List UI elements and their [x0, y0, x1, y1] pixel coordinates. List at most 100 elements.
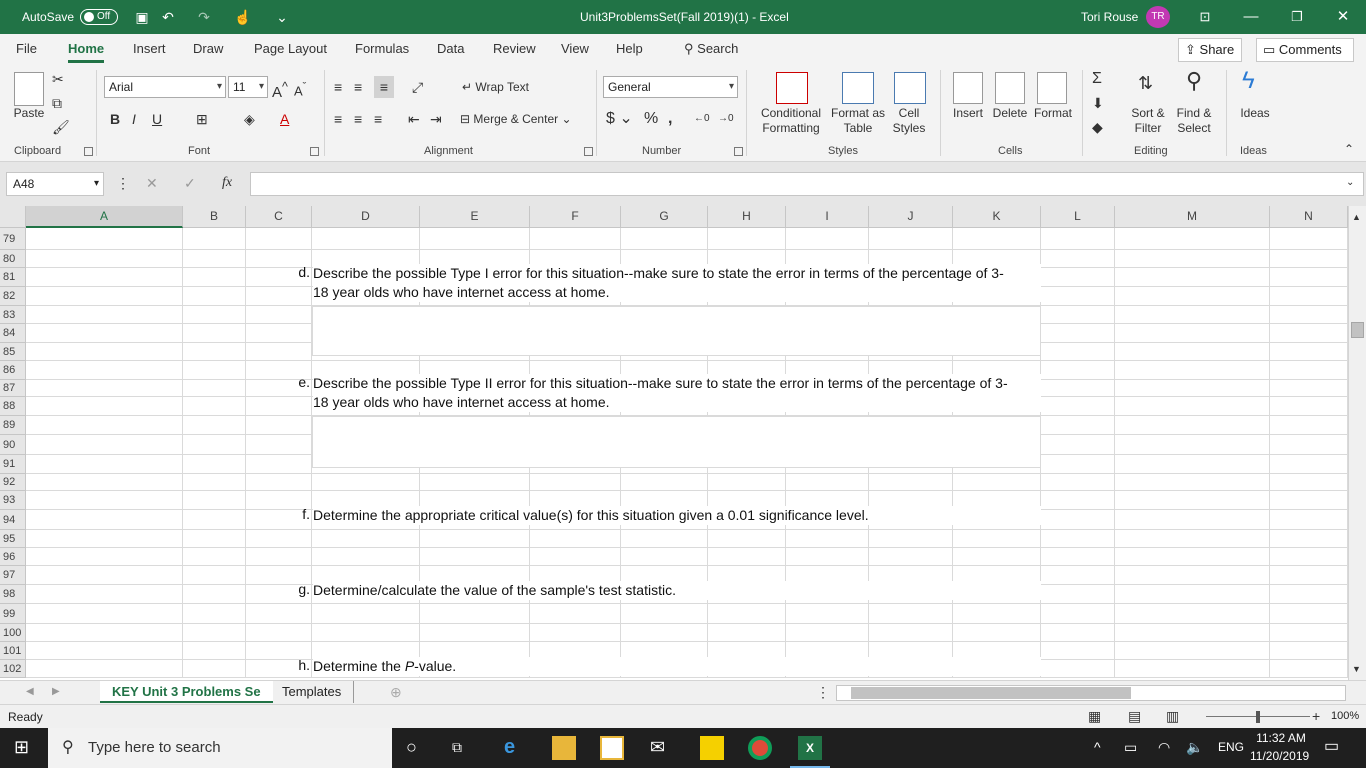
row-header[interactable]: 98 [0, 585, 26, 604]
expand-formula-icon[interactable]: ⌄ [1346, 172, 1354, 194]
column-header-l[interactable]: L [1041, 206, 1115, 228]
language-indicator[interactable]: ENG [1218, 740, 1244, 754]
accounting-icon[interactable]: $ ⌄ [606, 108, 633, 130]
close-button[interactable]: ✕ [1320, 0, 1366, 34]
clipboard-launcher-icon[interactable] [84, 147, 93, 156]
tab-view[interactable]: View [561, 34, 589, 66]
row-header[interactable]: 94 [0, 510, 26, 530]
row-header[interactable]: 81 [0, 268, 26, 287]
prev-sheet-icon[interactable]: ◀ [26, 681, 34, 703]
format-painter-icon[interactable]: 🖌 [52, 116, 70, 138]
increase-font-icon[interactable]: A^ [272, 76, 288, 104]
sort-filter-button[interactable]: Sort & Filter [1128, 106, 1168, 136]
page-layout-view-icon[interactable]: ▤ [1128, 705, 1141, 727]
paste-label[interactable]: Paste [12, 106, 46, 121]
row-header[interactable]: 83 [0, 306, 26, 324]
tab-home[interactable]: Home [68, 34, 105, 66]
mail-icon[interactable]: ✉ [650, 736, 665, 758]
column-header-g[interactable]: G [621, 206, 708, 228]
top-align-icon[interactable]: ≡ [334, 76, 342, 98]
battery-icon[interactable]: ▭ [1124, 736, 1137, 758]
tell-me-search[interactable]: ⚲ Search [684, 34, 738, 66]
row-header[interactable]: 95 [0, 530, 26, 548]
column-header-i[interactable]: I [786, 206, 869, 228]
column-header-d[interactable]: D [312, 206, 420, 228]
row-header[interactable]: 87 [0, 380, 26, 397]
wifi-icon[interactable]: ◠ [1158, 736, 1170, 758]
increase-decimal-icon[interactable]: ←0 [694, 108, 710, 130]
font-name-select[interactable]: Arial [104, 76, 226, 98]
edge-icon[interactable]: e [504, 736, 515, 758]
share-button[interactable]: ⇪ Share [1178, 38, 1242, 62]
borders-icon[interactable]: ⊞ [196, 108, 208, 130]
format-label[interactable]: Format [1032, 106, 1074, 121]
row-header[interactable]: 85 [0, 343, 26, 361]
cell-styles-button[interactable]: Cell Styles [884, 106, 934, 136]
file-explorer-icon[interactable] [552, 736, 576, 760]
middle-align-icon[interactable]: ≡ [354, 76, 362, 98]
horizontal-scrollbar[interactable] [836, 685, 1346, 701]
row-header[interactable]: 84 [0, 324, 26, 343]
clear-icon[interactable]: ◆ [1092, 116, 1103, 138]
page-break-view-icon[interactable]: ▥ [1166, 705, 1179, 727]
merged-answer-cell[interactable] [312, 306, 1041, 356]
select-all-corner[interactable] [0, 206, 26, 228]
copy-icon[interactable]: ⧉ [52, 92, 62, 114]
find-select-icon[interactable]: ⚲ [1186, 70, 1202, 92]
hscroll-thumb[interactable] [851, 687, 1131, 699]
decrease-font-icon[interactable]: Aˇ [294, 76, 306, 102]
align-center-icon[interactable]: ≡ [354, 108, 362, 130]
format-as-table-button[interactable]: Format as Table [828, 106, 888, 136]
paste-icon[interactable] [14, 72, 44, 106]
worksheet-grid[interactable]: A B C D E F G H I J K L M N 79 80 81 82 83 84 85 86 87 88 89 90 91… [0, 206, 1348, 678]
font-size-select[interactable]: 11 [228, 76, 268, 98]
zoom-in-icon[interactable]: + [1312, 705, 1320, 727]
format-cells-icon[interactable] [1037, 72, 1067, 104]
undo-icon[interactable]: ↶ [160, 9, 176, 25]
comments-button[interactable]: ▭ Comments [1256, 38, 1354, 62]
tab-review[interactable]: Review [493, 34, 536, 66]
cancel-icon[interactable]: ✕ [146, 172, 158, 194]
bottom-align-icon[interactable]: ≡ [374, 76, 394, 98]
column-header-h[interactable]: H [708, 206, 786, 228]
column-header-m[interactable]: M [1115, 206, 1270, 228]
enter-icon[interactable]: ✓ [184, 172, 196, 194]
italic-icon[interactable]: I [132, 108, 136, 130]
row-header[interactable]: 96 [0, 548, 26, 566]
find-select-button[interactable]: Find & Select [1174, 106, 1214, 136]
store-icon[interactable] [600, 736, 624, 760]
row-header[interactable]: 100 [0, 624, 26, 642]
delete-label[interactable]: Delete [992, 106, 1028, 121]
fill-icon[interactable]: ⬇ [1092, 92, 1104, 114]
row-header[interactable]: 86 [0, 361, 26, 380]
taskbar-search[interactable]: ⚲ Type here to search [48, 728, 392, 768]
redo-icon[interactable]: ↷ [196, 9, 212, 25]
user-name[interactable]: Tori Rouse [1081, 0, 1138, 34]
row-header[interactable]: 90 [0, 435, 26, 455]
task-view-icon[interactable]: ⧉ [452, 736, 462, 758]
alignment-launcher-icon[interactable] [584, 147, 593, 156]
format-as-table-icon[interactable] [842, 72, 874, 104]
question-text[interactable]: Describe the possible Type I error for t… [313, 264, 1041, 302]
question-text[interactable]: Determine the P-value. [313, 657, 1041, 676]
scroll-thumb[interactable] [1351, 322, 1364, 338]
ideas-icon[interactable]: ϟ [1242, 69, 1255, 93]
user-avatar[interactable]: TR [1146, 6, 1170, 28]
comma-icon[interactable]: , [668, 108, 672, 130]
merge-center-button[interactable]: ⊟ Merge & Center ⌄ [460, 112, 572, 127]
cut-icon[interactable]: ✂ [52, 68, 64, 90]
row-header[interactable]: 91 [0, 455, 26, 474]
font-color-icon[interactable]: A [280, 108, 289, 130]
restore-button[interactable]: ❐ [1274, 0, 1320, 34]
tab-help[interactable]: Help [616, 34, 643, 66]
tab-insert[interactable]: Insert [133, 34, 166, 66]
zoom-level[interactable]: 100% [1331, 710, 1359, 722]
tab-formulas[interactable]: Formulas [355, 34, 409, 66]
row-header[interactable]: 79 [0, 228, 26, 250]
column-header-a[interactable]: A [26, 206, 183, 228]
tab-data[interactable]: Data [437, 34, 464, 66]
column-header-e[interactable]: E [420, 206, 530, 228]
percent-icon[interactable]: % [644, 108, 658, 130]
row-header[interactable]: 101 [0, 642, 26, 660]
insert-label[interactable]: Insert [952, 106, 984, 121]
